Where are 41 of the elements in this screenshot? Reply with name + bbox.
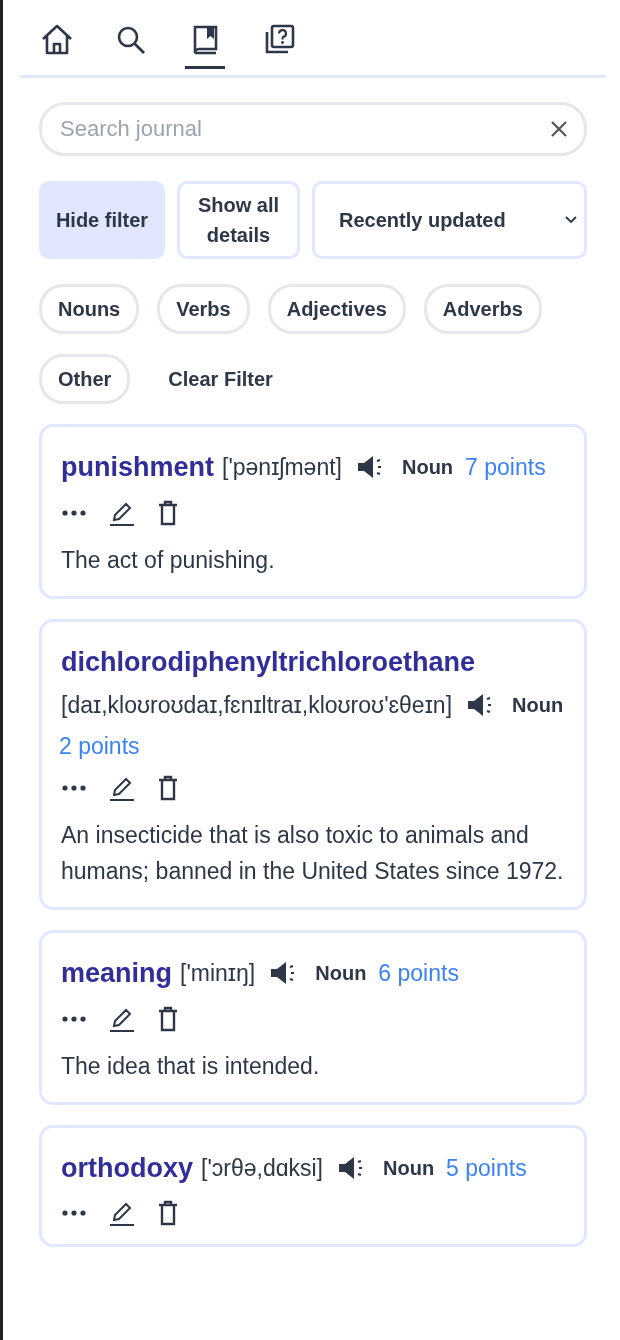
definition-text: The idea that is intended.	[61, 1051, 321, 1081]
filter-chip[interactable]: Verbs	[157, 284, 250, 334]
clear-search-icon[interactable]	[549, 119, 569, 139]
filter-chip[interactable]: Other	[39, 354, 131, 404]
entry-word: punishment	[61, 451, 214, 484]
part-of-speech: Noun	[315, 961, 367, 987]
sort-dropdown[interactable]: Recently updated	[312, 181, 587, 259]
entry-word: orthodoxy	[61, 1151, 193, 1185]
trash-icon[interactable]	[157, 1005, 179, 1032]
entry-word: dichlorodiphenyltrichloroethane	[61, 645, 476, 679]
pencil-icon[interactable]	[109, 775, 135, 801]
more-icon[interactable]	[61, 508, 87, 517]
more-icon[interactable]	[61, 1209, 87, 1217]
points-text: 6 points	[378, 959, 459, 988]
definition-text: The act of punishing.	[61, 545, 276, 575]
phonetic-text: ['ɔrθə,dɑksi]	[201, 1153, 323, 1183]
phonetic-text: ['pənɪʃmənt]	[222, 453, 342, 482]
phonetic-text: ['minɪŋ]	[180, 959, 256, 988]
more-icon[interactable]	[61, 784, 87, 792]
trash-icon[interactable]	[157, 775, 179, 801]
filter-toggle-button[interactable]: Hide filter	[39, 181, 165, 259]
details-toggle-button[interactable]: Show all details	[177, 181, 300, 259]
filter-chip[interactable]: Adverbs	[423, 284, 542, 334]
clear-filter-button[interactable]: Clear Filter	[148, 356, 293, 402]
filter-chip[interactable]: Adjectives	[267, 284, 406, 334]
points-text: 2 points	[59, 731, 140, 761]
search-field[interactable]: Search journal	[39, 102, 587, 156]
trash-icon[interactable]	[157, 499, 179, 526]
filter-chip[interactable]: Nouns	[39, 284, 140, 334]
more-icon[interactable]	[61, 1014, 87, 1023]
part-of-speech: Noun	[383, 1155, 435, 1181]
pencil-icon[interactable]	[109, 1200, 135, 1226]
part-of-speech: Noun	[512, 693, 564, 719]
phonetic-text: [daɪ,kloʊroʊdaɪ,fɛnɪltraɪ,kloʊroʊ'ɛθeɪn]	[61, 691, 453, 720]
entry-word: meaning	[61, 957, 173, 990]
definition-text: An insecticide that is also toxic to animals and humans; banned in the United States since 1972.	[61, 821, 565, 886]
trash-icon[interactable]	[157, 1200, 179, 1226]
points-text: 7 points	[465, 453, 546, 482]
points-text: 5 points	[446, 1153, 527, 1183]
chevron-icon	[564, 215, 578, 225]
part-of-speech: Noun	[402, 455, 454, 481]
